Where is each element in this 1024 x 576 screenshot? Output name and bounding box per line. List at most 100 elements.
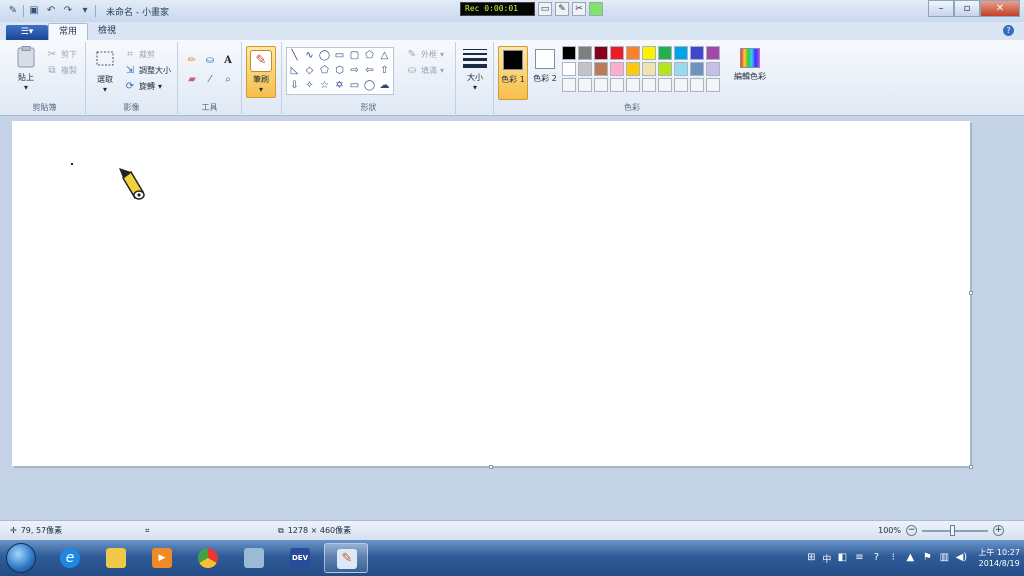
shape-right-arrow-icon[interactable]: ⇨ [347,63,362,78]
shape-star5-icon[interactable]: ☆ [317,78,332,93]
minimize-button[interactable]: – [928,0,954,17]
palette-swatch[interactable] [594,78,608,92]
palette-swatch[interactable] [610,62,624,76]
copy-button[interactable]: ⧉ 複製 [46,64,77,77]
close-button[interactable]: ✕ [980,0,1020,17]
network-icon[interactable]: ▥ [938,552,950,564]
shape-star4-icon[interactable]: ✧ [302,78,317,93]
brushes-button[interactable]: ✎ 筆刷 ▾ [246,46,276,98]
cut-button[interactable]: ✂ 剪下 [46,48,77,61]
palette-swatch[interactable] [562,62,576,76]
palette-swatch[interactable] [562,46,576,60]
color-picker-icon[interactable]: ⁄ [202,73,218,87]
palette-swatch[interactable] [674,62,688,76]
palette-swatch[interactable] [594,46,608,60]
paste-button[interactable]: 貼上 ▾ [12,46,40,92]
resize-handle-right[interactable] [969,291,973,295]
palette-swatch[interactable] [658,62,672,76]
zoom-slider[interactable] [922,524,988,536]
paint-app-icon[interactable]: ✎ [6,4,20,18]
zoom-out-button[interactable]: − [906,525,917,536]
palette-swatch[interactable] [642,78,656,92]
color1-button[interactable]: 色彩 1 [498,46,528,100]
taskbar-devcpp-button[interactable]: DEV [278,543,322,573]
zoom-slider-knob[interactable] [950,524,955,536]
eraser-icon[interactable]: ▰ [184,73,200,87]
magnifier-icon[interactable]: ⌕ [220,73,236,87]
palette-swatch[interactable] [690,62,704,76]
palette-swatch[interactable] [562,78,576,92]
palette-swatch[interactable] [690,46,704,60]
recorder-status-icon[interactable] [589,1,603,16]
shape-polygon-icon[interactable]: ⬠ [362,48,377,63]
palette-swatch[interactable] [642,46,656,60]
fill-bucket-icon[interactable]: ⛀ [202,54,218,68]
shape-rectangle-icon[interactable]: ▭ [332,48,347,63]
palette-swatch[interactable] [610,78,624,92]
palette-swatch[interactable] [610,46,624,60]
pencil-icon[interactable]: ✏ [184,54,200,68]
ime-help-icon[interactable]: ? [870,552,882,564]
palette-swatch[interactable] [674,78,688,92]
shape-oval-icon[interactable]: ◯ [317,48,332,63]
taskbar-media-button[interactable]: ▶ [140,543,184,573]
shape-pentagon-icon[interactable]: ⬠ [317,63,332,78]
palette-swatch[interactable] [578,78,592,92]
ime-mode-icon[interactable]: ⊞ [805,552,817,564]
undo-icon[interactable]: ↶ [44,4,58,18]
maximize-button[interactable]: ▫ [954,0,980,17]
color2-button[interactable]: 色彩 2 [530,46,560,100]
taskbar-explorer-button[interactable] [94,543,138,573]
start-button[interactable] [6,543,36,573]
outline-button[interactable]: ✎ 外框 ▾ [406,48,444,61]
shape-callout-cloud-icon[interactable]: ☁ [377,78,392,93]
shape-callout-oval-icon[interactable]: ◯ [362,78,377,93]
palette-swatch[interactable] [578,62,592,76]
shape-callout-rect-icon[interactable]: ▭ [347,78,362,93]
shape-down-arrow-icon[interactable]: ⇩ [287,78,302,93]
text-icon[interactable]: A [220,54,236,68]
shape-right-triangle-icon[interactable]: ◺ [287,63,302,78]
shape-curve-icon[interactable]: ∿ [302,48,317,63]
palette-swatch[interactable] [706,62,720,76]
fill-button[interactable]: ⛀ 填滿 ▾ [406,64,444,77]
recorder-pen-icon[interactable]: ✎ [555,1,569,16]
drawing-canvas[interactable] [12,121,970,466]
ime-language[interactable]: 中 [822,552,831,565]
recorder-camera-icon[interactable]: ▭ [538,1,552,16]
palette-swatch[interactable] [626,46,640,60]
shape-left-arrow-icon[interactable]: ⇦ [362,63,377,78]
clock[interactable]: 上午 10:27 2014/8/19 [978,547,1020,569]
shape-up-arrow-icon[interactable]: ⇧ [377,63,392,78]
palette-swatch[interactable] [594,62,608,76]
palette-swatch[interactable] [626,78,640,92]
shape-diamond-icon[interactable]: ◇ [302,63,317,78]
palette-swatch[interactable] [674,46,688,60]
resize-handle-bottom[interactable] [489,465,493,469]
shape-star6-icon[interactable]: ✡ [332,78,347,93]
redo-icon[interactable]: ↷ [61,4,75,18]
size-button[interactable]: 大小 ▾ [460,46,490,92]
crop-button[interactable]: ⌗ 裁剪 [124,48,155,61]
resize-handle-corner[interactable] [969,465,973,469]
zoom-in-button[interactable]: + [993,525,1004,536]
shape-triangle-icon[interactable]: △ [377,48,392,63]
taskbar-chrome-button[interactable] [186,543,230,573]
tab-view[interactable]: 檢視 [88,23,126,40]
taskbar-ie-button[interactable]: e [48,543,92,573]
shape-rounded-rect-icon[interactable]: ▢ [347,48,362,63]
recorder-scissors-icon[interactable]: ✂ [572,1,586,16]
show-hidden-icons-icon[interactable]: ▲ [904,552,916,564]
ime-options-icon[interactable]: ⁝ [887,552,899,564]
rotate-button[interactable]: ⟳ 旋轉 ▾ [124,80,162,93]
tab-home[interactable]: 常用 [48,23,89,40]
help-icon[interactable]: ? [1003,25,1014,36]
shape-hexagon-icon[interactable]: ⬡ [332,63,347,78]
action-center-icon[interactable]: ⚑ [921,552,933,564]
palette-swatch[interactable] [578,46,592,60]
paint-menu-button[interactable]: ☰▾ [6,25,48,40]
palette-swatch[interactable] [626,62,640,76]
resize-button[interactable]: ⇲ 調整大小 [124,64,171,77]
ime-settings-icon[interactable]: ≡ [853,552,865,564]
edit-colors-button[interactable]: 編輯色彩 [730,48,770,82]
